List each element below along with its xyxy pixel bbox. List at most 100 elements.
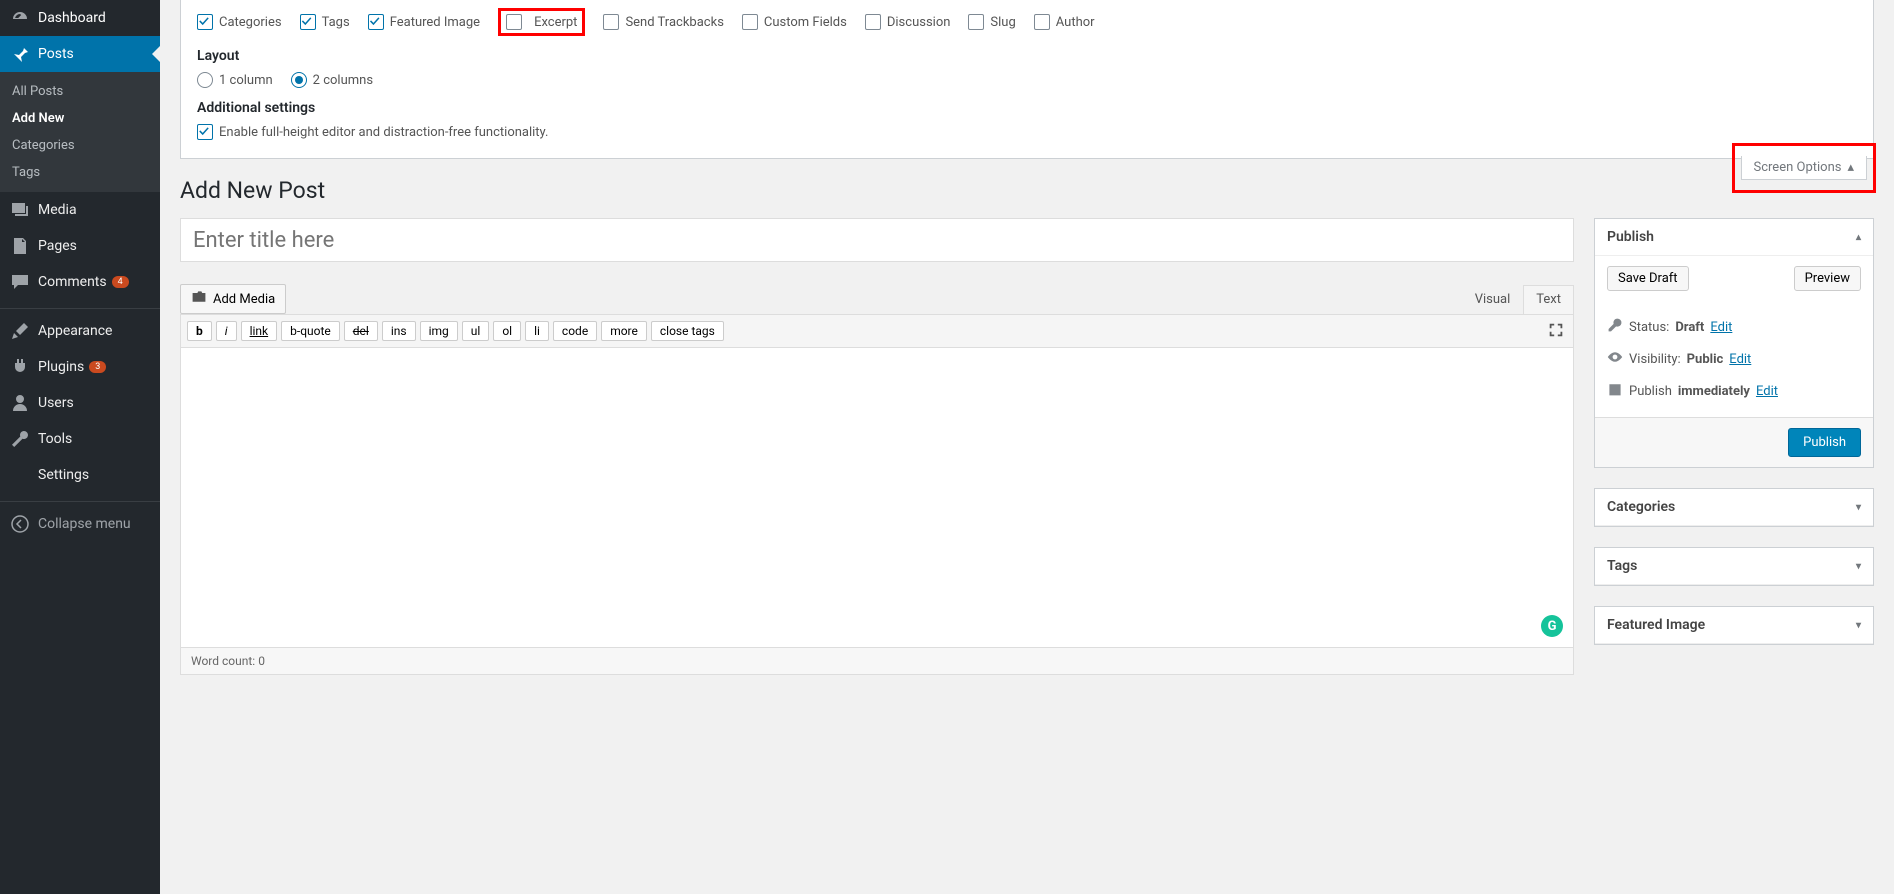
checkbox-categories[interactable]: Categories [197,14,282,30]
caret-down-icon: ▾ [1856,561,1861,572]
menu-separator [0,304,160,309]
user-icon [10,393,30,413]
menu-pages[interactable]: Pages [0,228,160,264]
radio-input[interactable] [291,72,307,88]
checkbox-input[interactable] [968,14,984,30]
checkbox-tags[interactable]: Tags [300,14,350,30]
checkbox-slug[interactable]: Slug [968,14,1015,30]
tags-header[interactable]: Tags ▾ [1595,548,1873,585]
checkbox-label: Excerpt [534,15,577,30]
qt-ul-button[interactable]: ul [462,321,490,341]
publish-button[interactable]: Publish [1788,428,1861,457]
publish-header[interactable]: Publish ▴ [1595,219,1873,256]
checkbox-author[interactable]: Author [1034,14,1095,30]
checkbox-trackbacks[interactable]: Send Trackbacks [603,14,723,30]
checkbox-custom-fields[interactable]: Custom Fields [742,14,847,30]
screen-options-panel: Categories Tags Featured Image Excerpt S… [180,0,1874,159]
checkbox-label: Featured Image [390,15,480,30]
tab-visual[interactable]: Visual [1462,285,1524,314]
qt-ins-button[interactable]: ins [382,321,416,341]
submenu-categories[interactable]: Categories [0,132,160,159]
grammarly-icon[interactable]: G [1541,615,1563,637]
checkbox-label: Tags [322,15,350,30]
collapse-icon [10,514,30,534]
menu-separator [0,497,160,502]
menu-posts[interactable]: Posts [0,36,160,72]
qt-ol-button[interactable]: ol [493,321,521,341]
qt-del-button[interactable]: del [344,321,378,341]
checkbox-input[interactable] [1034,14,1050,30]
visibility-edit-link[interactable]: Edit [1729,352,1751,367]
menu-settings[interactable]: Settings [0,457,160,493]
menu-media[interactable]: Media [0,192,160,228]
qt-italic-button[interactable]: i [216,321,237,341]
media-icon [10,200,30,220]
schedule-edit-link[interactable]: Edit [1756,384,1778,399]
tags-metabox: Tags ▾ [1594,547,1874,586]
checkbox-input[interactable] [506,14,522,30]
checkbox-input[interactable] [368,14,384,30]
tab-text[interactable]: Text [1523,285,1574,314]
eye-icon [1607,349,1623,369]
qt-link-button[interactable]: link [241,321,278,341]
qt-li-button[interactable]: li [525,321,549,341]
radio-1-column[interactable]: 1 column [197,72,273,88]
checkbox-input[interactable] [197,14,213,30]
menu-dashboard[interactable]: Dashboard [0,0,160,36]
featured-image-header[interactable]: Featured Image ▾ [1595,607,1873,644]
caret-up-icon: ▴ [1847,160,1854,175]
menu-appearance[interactable]: Appearance [0,313,160,349]
menu-users[interactable]: Users [0,385,160,421]
qt-bold-button[interactable]: b [187,321,212,341]
tags-title: Tags [1607,558,1637,574]
wordcount-value: 0 [258,654,265,668]
visibility-label: Visibility: [1629,352,1681,367]
layout-heading: Layout [197,48,1857,64]
post-title-input[interactable] [180,218,1574,262]
submenu-tags[interactable]: Tags [0,159,160,186]
submenu-all-posts[interactable]: All Posts [0,78,160,105]
checkbox-featured-image[interactable]: Featured Image [368,14,480,30]
screen-options-tab[interactable]: Screen Options ▴ [1741,156,1868,180]
menu-collapse[interactable]: Collapse menu [0,506,160,542]
checkbox-input[interactable] [197,124,213,140]
checkbox-fullheight[interactable]: Enable full-height editor and distractio… [197,124,548,140]
add-media-button[interactable]: Add Media [180,284,286,314]
qt-img-button[interactable]: img [420,321,458,341]
save-draft-button[interactable]: Save Draft [1607,266,1689,291]
editor-textarea[interactable]: G [180,348,1574,648]
publish-title: Publish [1607,229,1654,245]
menu-tools[interactable]: Tools [0,421,160,457]
camera-music-icon [191,289,207,309]
radio-input[interactable] [197,72,213,88]
radio-2-columns[interactable]: 2 columns [291,72,373,88]
checkbox-input[interactable] [865,14,881,30]
checkbox-excerpt[interactable]: Excerpt [506,14,577,30]
preview-button[interactable]: Preview [1794,266,1861,291]
checkbox-input[interactable] [603,14,619,30]
checkbox-input[interactable] [742,14,758,30]
status-row: Status: Draft Edit [1607,311,1861,343]
editor-tabs: Visual Text [1462,285,1574,314]
menu-plugins[interactable]: Plugins 3 [0,349,160,385]
status-edit-link[interactable]: Edit [1710,320,1732,335]
qt-close-button[interactable]: close tags [651,321,724,341]
menu-comments[interactable]: Comments 4 [0,264,160,300]
highlight-excerpt: Excerpt [498,8,585,36]
additional-heading: Additional settings [197,100,1857,116]
screen-options-tab-label: Screen Options [1754,160,1842,175]
submenu-add-new[interactable]: Add New [0,105,160,132]
categories-header[interactable]: Categories ▾ [1595,489,1873,526]
qt-bquote-button[interactable]: b-quote [281,321,340,341]
caret-up-icon: ▴ [1856,232,1861,243]
fullscreen-icon[interactable] [1547,321,1565,343]
checkbox-input[interactable] [300,14,316,30]
editor-column: Add Media Visual Text b i link b-quote d… [180,218,1574,675]
checkbox-discussion[interactable]: Discussion [865,14,951,30]
qt-code-button[interactable]: code [553,321,597,341]
checkbox-label: Send Trackbacks [625,15,723,30]
menu-label: Dashboard [38,10,106,26]
qt-more-button[interactable]: more [601,321,647,341]
checkbox-label: Custom Fields [764,15,847,30]
status-label: Status: [1629,320,1669,335]
